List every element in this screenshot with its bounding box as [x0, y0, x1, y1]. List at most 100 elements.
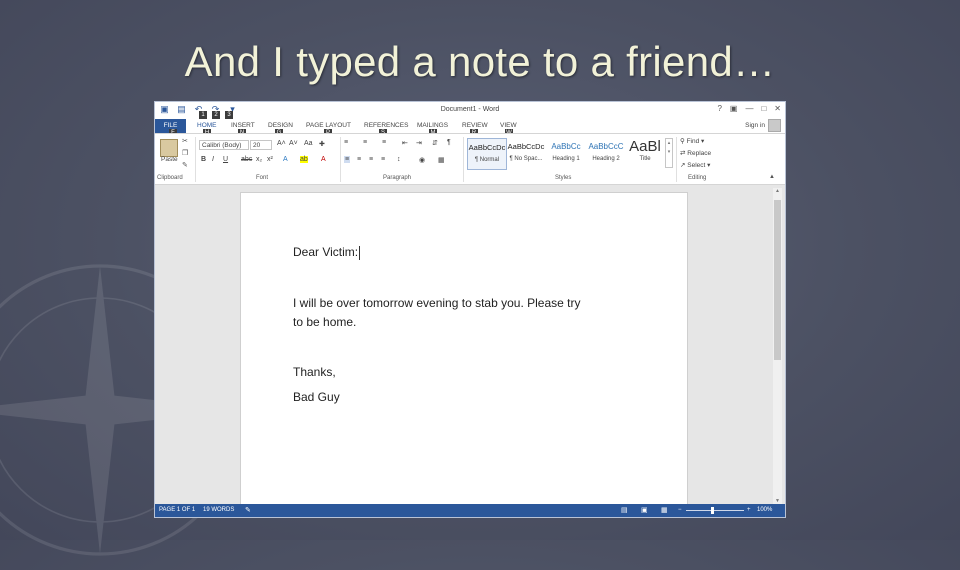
- find-label: Find: [686, 138, 700, 145]
- style-sample: AaBbCcDc: [468, 143, 506, 152]
- find-icon: ⚲: [680, 138, 687, 145]
- zoom-in-button[interactable]: +: [747, 504, 751, 517]
- print-layout-icon[interactable]: ▣: [641, 504, 648, 517]
- zoom-slider[interactable]: [686, 510, 744, 511]
- select-label: Select: [687, 162, 706, 169]
- group-label-clipboard: Clipboard: [157, 175, 183, 181]
- style-normal[interactable]: AaBbCcDc ¶ Normal: [467, 138, 507, 170]
- borders-icon[interactable]: ▦: [438, 156, 445, 164]
- scrollbar-thumb[interactable]: [774, 200, 781, 360]
- avatar[interactable]: [768, 119, 781, 132]
- shading-icon[interactable]: ◉: [419, 156, 425, 164]
- sort-icon[interactable]: ⇵: [432, 139, 438, 147]
- word-count[interactable]: 19 WORDS: [203, 504, 234, 517]
- italic-icon[interactable]: I: [212, 156, 214, 163]
- style-label: ¶ No Spac...: [509, 156, 543, 162]
- justify-icon[interactable]: ≡: [381, 156, 385, 163]
- ribbon-home: Paste ✂ ❐ ✎ Clipboard Calibri (Body) 20 …: [155, 133, 785, 185]
- styles-gallery-scroll[interactable]: ▴ ▾: [665, 138, 673, 168]
- title-bar: ▣ ▤ ↶ ↷ ▾ 1 2 3 Document1 - Word ? ▣ — □…: [155, 102, 785, 119]
- text-effects-icon[interactable]: A: [283, 156, 288, 163]
- window-title: Document1 - Word: [440, 106, 500, 113]
- format-painter-icon[interactable]: ✎: [182, 161, 188, 169]
- multilevel-list-icon[interactable]: ≡: [382, 139, 386, 146]
- scroll-up-icon[interactable]: ▲: [773, 188, 782, 194]
- show-marks-button[interactable]: ¶: [447, 139, 451, 146]
- read-mode-icon[interactable]: ▤: [621, 504, 628, 517]
- document-area: Dear Victim: I will be over tomorrow eve…: [155, 185, 785, 508]
- zoom-slider-thumb[interactable]: [711, 507, 714, 514]
- font-color-icon[interactable]: A: [321, 156, 326, 163]
- subscript-icon[interactable]: x₂: [256, 156, 262, 163]
- bullets-icon[interactable]: ≡: [344, 139, 348, 146]
- style-sample: AaBbCcDc: [507, 142, 545, 151]
- replace-label: Replace: [687, 150, 712, 157]
- shrink-font-icon[interactable]: A˅: [289, 140, 298, 147]
- window-controls: ? ▣ — □ ✕: [717, 104, 781, 113]
- tab-design[interactable]: DESIGN: [268, 122, 293, 129]
- style-heading-1[interactable]: AaBbCc Heading 1: [547, 138, 585, 168]
- font-name-value: Calibri (Body): [202, 142, 242, 149]
- collapse-ribbon-icon[interactable]: ▲: [769, 174, 775, 180]
- proofing-icon[interactable]: ✎: [245, 504, 251, 517]
- underline-icon[interactable]: U: [223, 156, 228, 163]
- tab-review[interactable]: REVIEW: [462, 122, 488, 129]
- line-spacing-icon[interactable]: ↕: [397, 156, 401, 163]
- web-layout-icon[interactable]: ▦: [661, 504, 668, 517]
- style-no-spacing[interactable]: AaBbCcDc ¶ No Spac...: [507, 138, 545, 168]
- word-window: ▣ ▤ ↶ ↷ ▾ 1 2 3 Document1 - Word ? ▣ — □…: [154, 101, 786, 518]
- font-name-combo[interactable]: Calibri (Body): [199, 140, 249, 150]
- group-label-editing: Editing: [688, 175, 707, 181]
- copy-icon[interactable]: ❐: [182, 149, 188, 157]
- close-button[interactable]: ✕: [774, 104, 781, 113]
- align-right-icon[interactable]: ≡: [369, 156, 373, 163]
- find-button[interactable]: ⚲ Find ▾: [680, 137, 704, 145]
- align-left-icon[interactable]: ≡: [344, 156, 351, 163]
- group-label-styles: Styles: [555, 175, 572, 181]
- bold-icon[interactable]: B: [201, 156, 206, 163]
- align-center-icon[interactable]: ≡: [357, 156, 361, 163]
- tab-home[interactable]: HOME: [197, 122, 217, 129]
- select-button[interactable]: ↗ Select ▾: [680, 161, 710, 169]
- style-label: Heading 1: [552, 156, 580, 162]
- grow-font-icon[interactable]: A˄: [277, 140, 286, 147]
- help-button[interactable]: ?: [717, 104, 721, 113]
- zoom-level[interactable]: 100%: [757, 504, 772, 517]
- change-case-button[interactable]: Aa: [304, 140, 313, 147]
- cut-icon[interactable]: ✂: [182, 137, 188, 145]
- document-page[interactable]: Dear Victim: I will be over tomorrow eve…: [240, 192, 688, 508]
- numbering-icon[interactable]: ≡: [363, 139, 367, 146]
- style-sample: AaBbCcC: [588, 142, 624, 151]
- style-sample: AaBl: [629, 138, 661, 155]
- strikethrough-icon[interactable]: abc: [241, 156, 252, 163]
- minimize-button[interactable]: —: [745, 104, 753, 113]
- page-count[interactable]: PAGE 1 OF 1: [159, 504, 195, 517]
- style-label: ¶ Normal: [474, 157, 500, 163]
- zoom-out-button[interactable]: −: [678, 504, 682, 517]
- sign-in-link[interactable]: Sign in: [745, 122, 765, 129]
- replace-button[interactable]: ⇄ Replace: [680, 149, 711, 157]
- vertical-scrollbar[interactable]: ▲ ▼: [773, 188, 782, 504]
- group-label-font: Font: [256, 175, 269, 181]
- doc-line-closing: Thanks,: [293, 365, 336, 379]
- paste-button[interactable]: Paste: [161, 156, 178, 163]
- ribbon-display-button[interactable]: ▣: [730, 104, 738, 113]
- superscript-icon[interactable]: x²: [267, 156, 273, 163]
- tab-references[interactable]: REFERENCES: [364, 122, 408, 129]
- style-title[interactable]: AaBl Title: [627, 138, 663, 168]
- style-heading-2[interactable]: AaBbCcC Heading 2: [587, 138, 625, 168]
- clear-formatting-icon[interactable]: ✚: [319, 140, 325, 148]
- tab-insert[interactable]: INSERT: [231, 122, 255, 129]
- decrease-indent-icon[interactable]: ⇤: [402, 139, 408, 147]
- highlight-icon[interactable]: ab: [300, 156, 308, 163]
- slide-title: And I typed a note to a friend…: [184, 38, 776, 85]
- font-size-combo[interactable]: 20: [250, 140, 272, 150]
- doc-line-greeting: Dear Victim:: [293, 243, 633, 262]
- restore-button[interactable]: □: [761, 104, 766, 113]
- increase-indent-icon[interactable]: ⇥: [416, 139, 422, 147]
- tab-view[interactable]: VIEW: [500, 122, 517, 129]
- ribbon-separator: [340, 137, 341, 182]
- tab-mailings[interactable]: MAILINGS: [417, 122, 448, 129]
- style-label: Title: [639, 156, 651, 162]
- tab-page-layout[interactable]: PAGE LAYOUT: [306, 122, 351, 129]
